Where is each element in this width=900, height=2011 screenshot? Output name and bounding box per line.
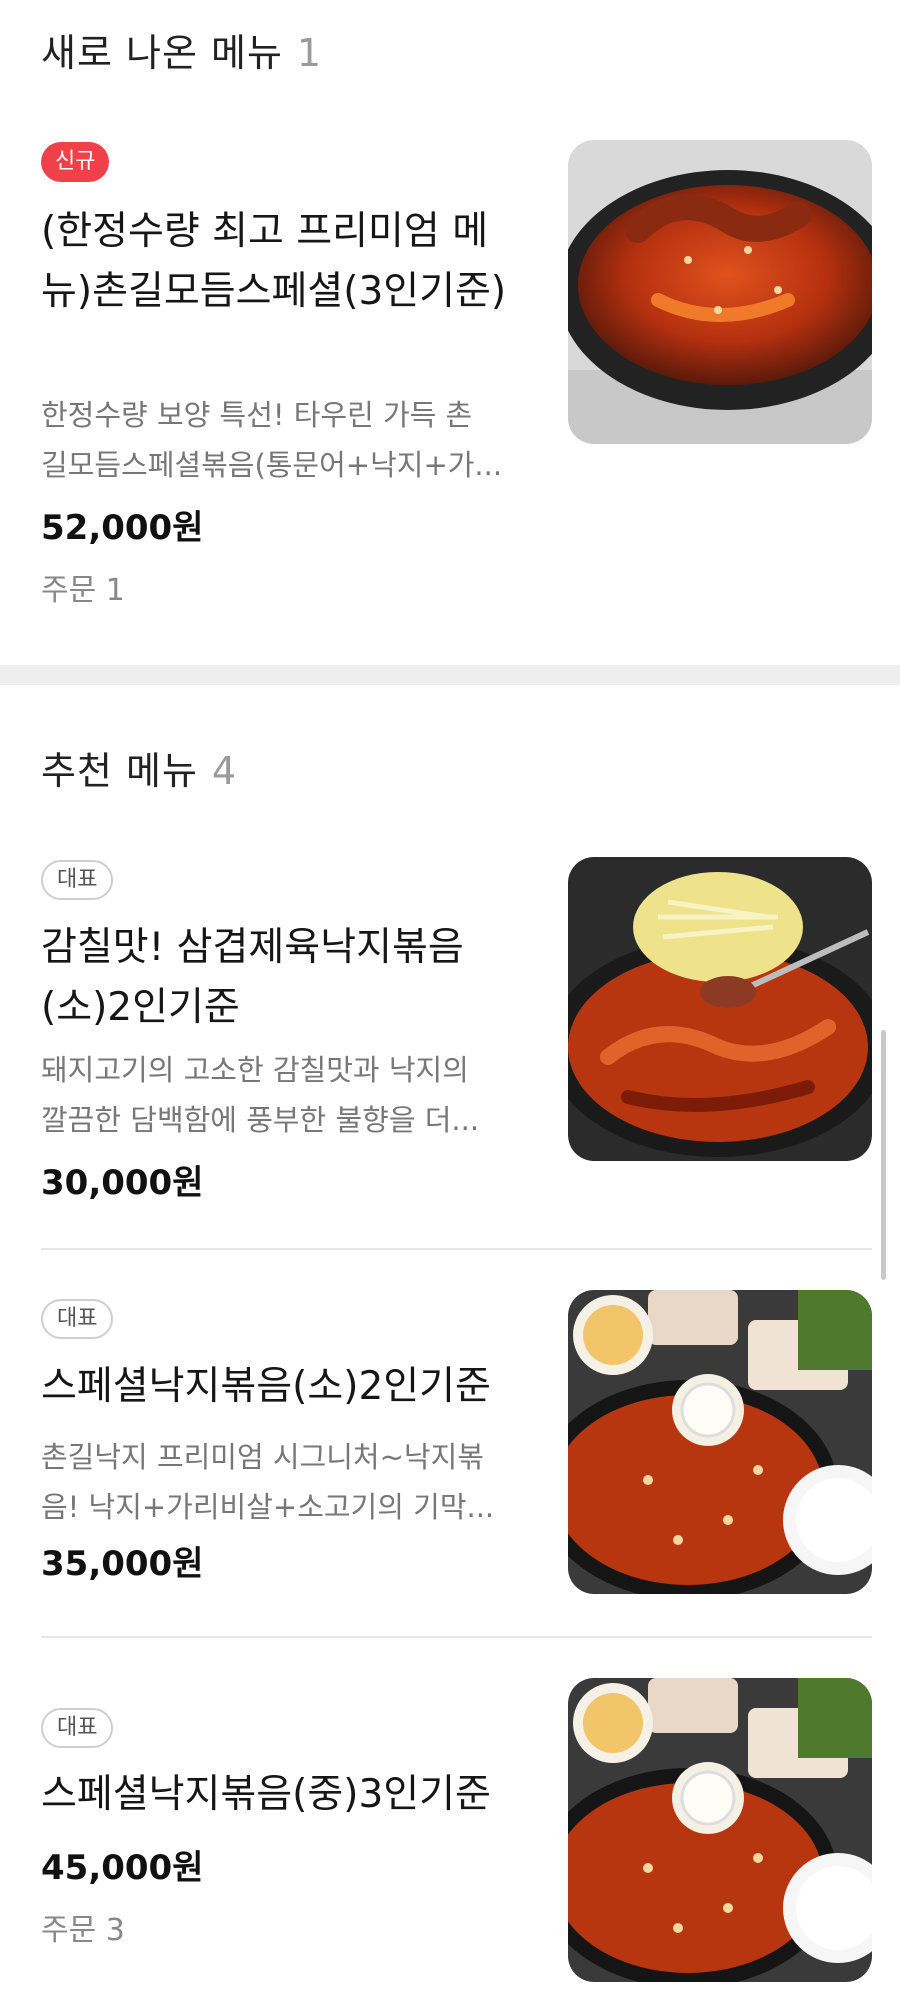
representative-badge: 대표 (41, 1299, 114, 1339)
description-line: 촌길낙지 프리미엄 시그니처~낙지볶 (41, 1440, 484, 1474)
menu-item-description: 촌길낙지 프리미엄 시그니처~낙지볶 음! 낙지+가리비살+소고기의 기막... (41, 1432, 511, 1532)
menu-item-image[interactable] (568, 140, 872, 444)
section-title-text: 새로 나온 메뉴 (41, 31, 283, 75)
menu-item-name: (한정수량 최고 프리미엄 메뉴)촌길모듬스페셜(3인기준) (41, 209, 507, 314)
menu-item-name: 스페셜낙지볶음(중)3인기준 (41, 1772, 491, 1817)
section-title-recommended-menu: 추천 메뉴 4 (41, 740, 237, 795)
description-line: 한정수량 보양 특선! 타우린 가득 촌 (41, 398, 473, 432)
menu-item-description: 돼지고기의 고소한 감칠맛과 낙지의 깔끔한 담백함에 풍부한 불향을 더... (41, 1045, 511, 1145)
item-separator (41, 1636, 872, 1638)
section-count: 1 (296, 31, 323, 75)
menu-item-price: 45,000원 (41, 1848, 204, 1888)
section-count: 4 (211, 749, 238, 793)
scrollbar[interactable] (881, 1030, 886, 1280)
item-separator (41, 1248, 872, 1250)
section-title-new-menu: 새로 나온 메뉴 1 (41, 22, 322, 77)
order-count: 주문 3 (41, 1913, 125, 1948)
new-badge: 신규 (41, 142, 110, 182)
representative-badge: 대표 (41, 1708, 114, 1748)
menu-item-description: 한정수량 보양 특선! 타우린 가득 촌 길모듬스페셜볶음(통문어+낙지+가..… (41, 390, 511, 490)
menu-item-price: 52,000원 (41, 508, 204, 548)
menu-item-name: 스페셜낙지볶음(소)2인기준 (41, 1364, 491, 1409)
representative-badge: 대표 (41, 860, 114, 900)
menu-item-price: 30,000원 (41, 1163, 204, 1203)
description-line: 음! 낙지+가리비살+소고기의 기막... (41, 1490, 495, 1524)
menu-item-image[interactable] (568, 857, 872, 1161)
description-line: 깔끔한 담백함에 풍부한 불향을 더... (41, 1103, 480, 1137)
menu-item-image[interactable] (568, 1678, 872, 1982)
menu-item-price: 35,000원 (41, 1544, 204, 1584)
order-count: 주문 1 (41, 573, 125, 608)
menu-item-image[interactable] (568, 1290, 872, 1594)
description-line: 돼지고기의 고소한 감칠맛과 낙지의 (41, 1053, 469, 1087)
section-title-text: 추천 메뉴 (41, 749, 198, 793)
description-line: 길모듬스페셜볶음(통문어+낙지+가... (41, 448, 503, 482)
menu-item-name: 감칠맛! 삼겹제육낙지볶음(소)2인기준 (41, 925, 464, 1030)
section-divider (0, 665, 900, 685)
